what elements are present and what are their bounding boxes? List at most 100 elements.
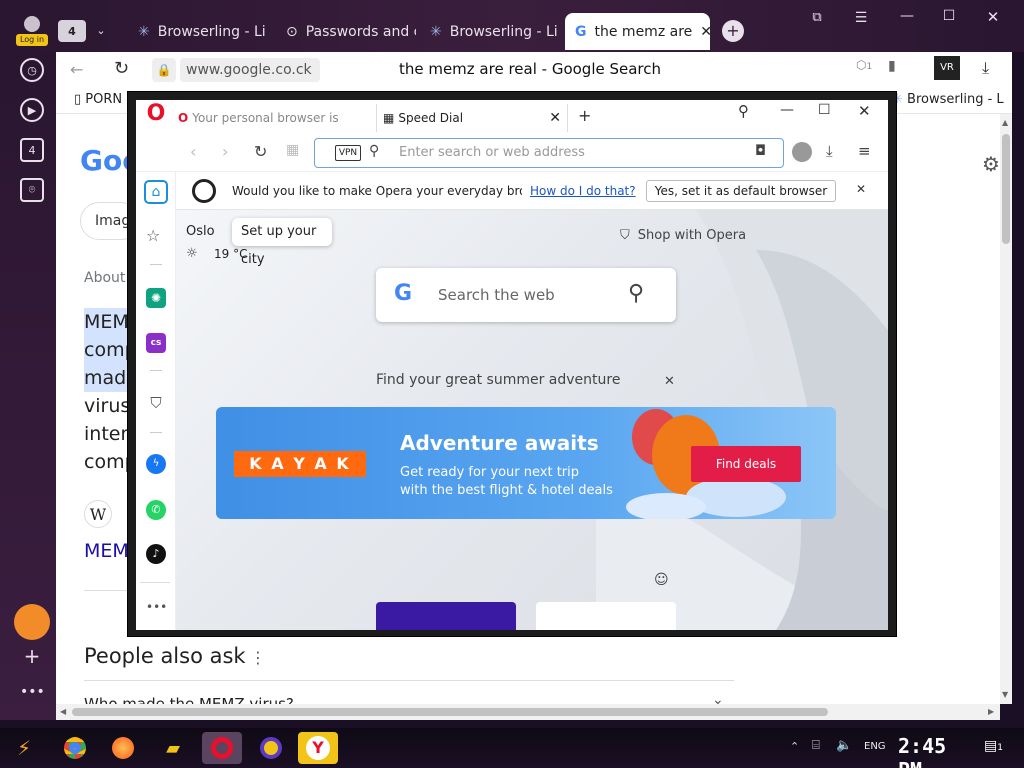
pinboard-icon[interactable]: ☆ [146,226,166,246]
tiles-icon[interactable]: ▦ [286,142,304,162]
reload-icon[interactable]: ↻ [114,58,134,79]
shop-with-opera-link[interactable]: ⛉ Shop with Opera [620,228,760,246]
profile-button[interactable]: Log in [14,14,50,48]
firefox-taskbar-icon[interactable] [106,732,140,764]
tab-stack-icon[interactable]: ⧉ [806,10,828,28]
set-default-button[interactable]: Yes, set it as default browser [646,180,836,202]
back-icon[interactable]: ← [70,60,90,80]
history-icon[interactable]: ◷ [20,58,44,82]
snippet-line-3: made [84,364,138,392]
close-window-icon[interactable]: ✕ [858,102,878,122]
minimize-icon[interactable]: — [780,102,800,122]
outer-tab-1[interactable]: ✳ Browserling - Li [128,13,270,50]
camera-icon[interactable]: ◘ [755,143,771,161]
search-box[interactable]: G Search the web ⚲ [376,268,676,322]
clock[interactable]: 2:45 PM [898,734,968,768]
featured-snippet: MEM comp made virus inten comp [84,308,138,476]
weather-city[interactable]: Oslo [186,224,226,242]
home-icon[interactable]: ⌂ [144,180,168,204]
close-tab-icon[interactable]: ✕ [700,24,710,40]
bookmark-icon[interactable]: ▮ [888,58,902,78]
back-icon[interactable]: ‹ [190,142,204,162]
extension-shortcut-icon[interactable] [14,604,50,640]
lock-icon[interactable]: 🔒 [152,58,176,82]
bookmark-folder-left[interactable]: ▯ PORN [74,92,134,110]
vpn-badge[interactable]: VPN [335,145,361,161]
tab-count-button[interactable]: 4 [58,20,86,42]
forward-icon[interactable]: › [222,142,236,162]
result-link[interactable]: MEM [84,540,132,564]
file-explorer-taskbar-icon[interactable]: ▰ [156,732,190,764]
speed-dial-tile-2[interactable] [536,602,676,630]
chatgpt-icon[interactable]: ✺ [146,288,166,308]
feedback-smiley-icon[interactable]: ☺ [654,572,670,588]
address-bar[interactable]: www.google.co.ck [180,58,320,82]
horizontal-scroll-thumb[interactable] [72,708,828,716]
chrome-taskbar-icon[interactable] [58,732,92,764]
search-icon: ⚲ [628,281,645,306]
whatsapp-icon[interactable]: ✆ [146,500,166,520]
messenger-icon[interactable]: ϟ [146,454,166,474]
add-sidebar-icon[interactable]: + [20,644,44,668]
more-icon[interactable]: ••• [20,684,45,702]
volume-icon[interactable]: 🔈 [836,738,854,756]
horizontal-scrollbar[interactable]: ◀ ▶ [56,704,1000,720]
network-icon[interactable]: ⌸ [812,738,830,756]
scroll-up-icon[interactable]: ▲ [1002,118,1010,127]
vr-extension-icon[interactable]: VR [934,56,960,80]
start-button[interactable]: ⚡ [6,732,42,764]
language-indicator[interactable]: ENG [864,741,892,755]
outer-tab-3[interactable]: ✳ Browserling - Li [420,13,562,50]
close-window-icon[interactable]: ✕ [982,8,1004,26]
opera-taskbar-icon[interactable] [202,732,242,764]
maximize-icon[interactable]: ☐ [818,102,838,122]
extensions-icon[interactable]: ⬡1 [856,58,876,78]
new-tab-button[interactable]: + [578,106,594,126]
new-tab-button[interactable]: + [722,20,744,42]
opera-address-bar[interactable]: VPN ⚲ Enter search or web address ◘ [314,138,784,168]
tray-chevron-icon[interactable]: ⌃ [790,740,804,756]
close-banner-icon[interactable]: ✕ [856,182,870,200]
outer-tab-2[interactable]: ⊙ Passwords and c [276,13,416,50]
workspace-icon[interactable]: 4 [20,138,44,162]
yandex-taskbar-icon[interactable]: Y [298,732,338,764]
reload-icon[interactable]: ↻ [254,142,272,162]
tab-menu-chevron-icon[interactable]: ⌄ [90,20,112,42]
find-deals-button[interactable]: Find deals [691,446,801,482]
minimize-icon[interactable]: — [896,8,918,26]
close-tab-icon[interactable]: ✕ [549,110,561,126]
play-icon[interactable]: ▶ [20,98,44,122]
download-icon[interactable]: ⤓ [826,142,842,162]
vertical-scroll-thumb[interactable] [1002,134,1010,244]
chatsonic-icon[interactable]: cs [146,333,166,353]
how-do-i-link[interactable]: How do I do that? [530,184,638,202]
download-icon[interactable]: ⤓ [982,58,1002,78]
profile-avatar-icon[interactable] [792,142,812,162]
opera-tab-speed-dial[interactable]: ▦ Speed Dial ✕ [376,104,568,132]
scroll-right-icon[interactable]: ▶ [988,707,996,717]
more-options-icon[interactable]: ⋮ [250,648,266,668]
speed-dial-tile-1[interactable] [376,602,516,630]
expand-icon[interactable]: ⌄ [712,692,732,704]
easy-setup-icon[interactable]: ≡ [858,142,876,162]
tab-search-icon[interactable]: ⚲ [738,102,758,122]
maximize-icon[interactable]: ☐ [938,8,960,26]
opera-address-placeholder: Enter search or web address [399,145,585,160]
bookmark-right[interactable]: ✳ Browserling - L [892,92,1006,110]
scroll-down-icon[interactable]: ▼ [1002,690,1010,699]
menu-icon[interactable]: ☰ [850,10,872,28]
outer-tab-4-active[interactable]: G the memz are ✕ [565,13,710,50]
vertical-scrollbar[interactable]: ▲ ▼ [1000,114,1012,704]
sidebar-more-icon[interactable]: ••• [146,600,167,614]
bag-icon: ⛉ [620,228,630,243]
tiktok-icon[interactable]: ♪ [146,544,166,564]
opera-tab-1[interactable]: O Your personal browser is [178,104,372,132]
scroll-left-icon[interactable]: ◀ [60,707,68,717]
brave-taskbar-icon[interactable] [254,732,288,764]
close-promo-icon[interactable]: ✕ [664,374,678,390]
kayak-ad-banner[interactable]: K A Y A K Adventure awaits Get ready for… [216,407,836,519]
opera-logo-icon[interactable]: O [144,102,168,126]
screenshot-icon[interactable]: ⌾ [20,178,44,202]
shopping-bag-icon[interactable]: ⛉ [146,394,166,414]
notifications-icon[interactable]: ▤1 [984,738,1008,760]
